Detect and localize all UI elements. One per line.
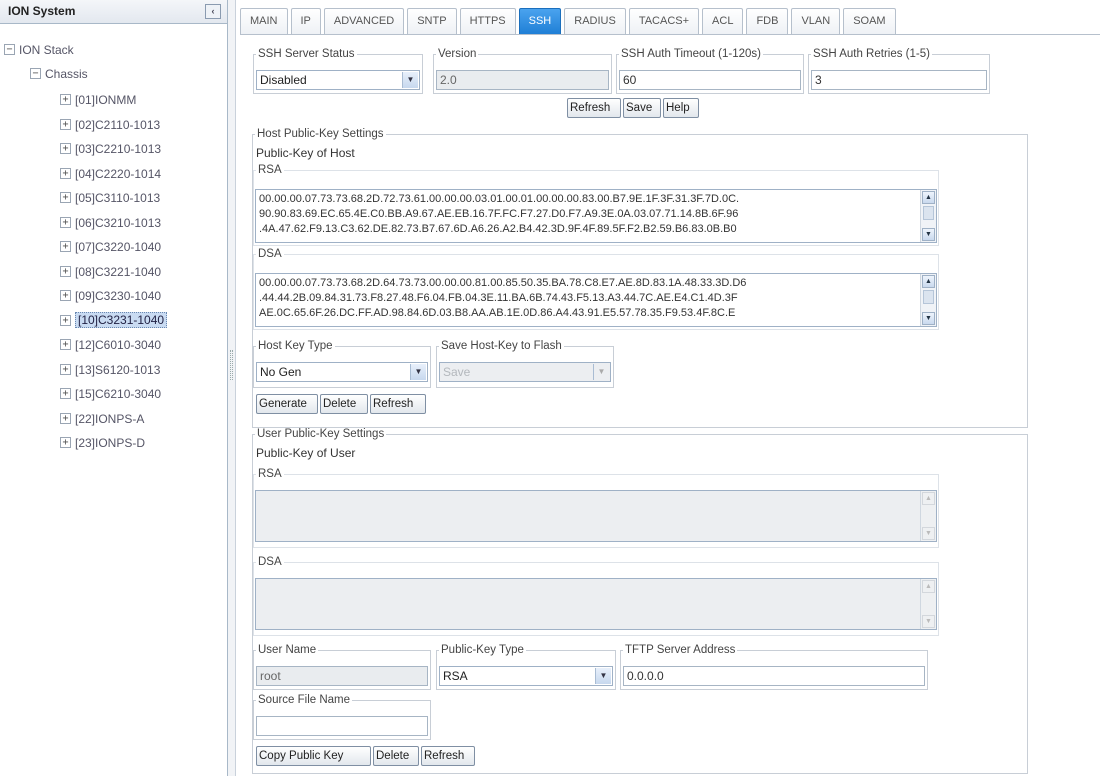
tree-title: ION System xyxy=(8,4,76,18)
user-name-field: root xyxy=(256,666,428,686)
expand-icon[interactable]: + xyxy=(60,167,71,179)
tree-item[interactable]: + [08]C3221-1040 xyxy=(60,262,161,280)
chevron-down-icon: ▼ xyxy=(595,668,611,684)
save-host-key-select: Save ▼ xyxy=(439,362,611,382)
host-dsa-key-textarea[interactable]: 00.00.00.07.73.73.68.2D.64.73.73.00.00.0… xyxy=(255,273,937,327)
refresh-button[interactable]: Refresh xyxy=(567,98,621,118)
tab-sntp[interactable]: SNTP xyxy=(407,8,457,34)
tree-item[interactable]: + [03]C2210-1013 xyxy=(60,139,161,157)
tree-item[interactable]: + [22]IONPS-A xyxy=(60,409,144,427)
auth-timeout-input[interactable]: 60 xyxy=(619,70,801,90)
collapse-icon[interactable]: − xyxy=(4,44,15,56)
tree-item[interactable]: + [15]C6210-3040 xyxy=(60,384,161,402)
tree-item[interactable]: + [12]C6010-3040 xyxy=(60,335,161,353)
tab-main[interactable]: MAIN xyxy=(240,8,288,34)
tab-bar: MAIN IP ADVANCED SNTP HTTPS SSH RADIUS TACACS+ A… xyxy=(240,8,896,34)
tab-vlan[interactable]: VLAN xyxy=(791,8,841,34)
chevron-down-icon: ▼ xyxy=(402,72,418,88)
help-button[interactable]: Help xyxy=(663,98,699,118)
refresh-host-key-button[interactable]: Refresh xyxy=(370,394,426,414)
tab-ip[interactable]: IP xyxy=(290,8,321,34)
scrollbar[interactable]: ▲ ▼ xyxy=(920,190,936,242)
expand-icon[interactable]: + xyxy=(60,437,71,449)
host-rsa-key-textarea[interactable]: 00.00.00.07.73.73.68.2D.72.73.61.00.00.0… xyxy=(255,189,937,243)
expand-icon[interactable]: + xyxy=(60,241,71,253)
expand-icon[interactable]: + xyxy=(60,94,71,106)
tree-item[interactable]: + [02]C2110-1013 xyxy=(60,115,160,133)
user-rsa-key-textarea: ▲ ▼ xyxy=(255,490,937,542)
expand-icon[interactable]: + xyxy=(60,290,71,302)
tree-node-chassis[interactable]: − Chassis xyxy=(30,64,88,82)
tree-item[interactable]: + [04]C2220-1014 xyxy=(60,164,161,182)
tree-item[interactable]: + [07]C3220-1040 xyxy=(60,237,161,255)
version-field: 2.0 xyxy=(436,70,609,90)
scrollbar[interactable]: ▲ ▼ xyxy=(920,274,936,326)
scroll-down-icon[interactable]: ▼ xyxy=(922,228,935,241)
tree-item[interactable]: + [23]IONPS-D xyxy=(60,433,145,451)
scroll-up-icon[interactable]: ▲ xyxy=(922,275,935,288)
copy-public-key-button[interactable]: Copy Public Key xyxy=(256,746,371,766)
generate-button[interactable]: Generate xyxy=(256,394,318,414)
tree-item[interactable]: + [01]IONMM xyxy=(60,90,136,108)
tab-ssh[interactable]: SSH xyxy=(518,8,562,34)
tree-item[interactable]: + [13]S6120-1013 xyxy=(60,360,160,378)
tab-tacacs[interactable]: TACACS+ xyxy=(628,8,700,34)
expand-icon[interactable]: + xyxy=(60,412,71,424)
expand-icon[interactable]: + xyxy=(60,192,71,204)
host-key-subtitle: Public-Key of Host xyxy=(256,146,355,160)
chevron-down-icon: ▼ xyxy=(593,364,609,380)
user-key-subtitle: Public-Key of User xyxy=(256,446,356,460)
collapse-panel-icon[interactable]: ‹ xyxy=(205,4,221,19)
expand-icon[interactable]: + xyxy=(60,388,71,400)
source-file-name-input[interactable] xyxy=(256,716,428,736)
tree-item[interactable]: + [10]C3231-1040 xyxy=(60,311,168,329)
public-key-type-select[interactable]: RSA ▼ xyxy=(439,666,613,686)
delete-host-key-button[interactable]: Delete xyxy=(320,394,368,414)
user-dsa-key-textarea: ▲ ▼ xyxy=(255,578,937,630)
panel-splitter[interactable] xyxy=(228,0,236,776)
expand-icon[interactable]: + xyxy=(60,265,71,277)
tree-item[interactable]: + [06]C3210-1013 xyxy=(60,213,161,231)
tree-node-ion-stack[interactable]: − ION Stack xyxy=(4,40,74,58)
ssh-server-status-select[interactable]: Disabled ▼ xyxy=(256,70,420,90)
tree-header: ION System ‹ xyxy=(0,0,227,24)
expand-icon[interactable]: + xyxy=(60,363,71,375)
tab-radius[interactable]: RADIUS xyxy=(564,8,626,34)
tree-item[interactable]: + [05]C3110-1013 xyxy=(60,188,160,206)
scroll-down-icon[interactable]: ▼ xyxy=(922,312,935,325)
delete-user-key-button[interactable]: Delete xyxy=(373,746,419,766)
tab-advanced[interactable]: ADVANCED xyxy=(323,8,405,34)
expand-icon[interactable]: + xyxy=(60,216,71,228)
expand-icon[interactable]: + xyxy=(60,118,71,130)
host-key-type-select[interactable]: No Gen ▼ xyxy=(256,362,428,382)
refresh-user-key-button[interactable]: Refresh xyxy=(421,746,475,766)
tab-https[interactable]: HTTPS xyxy=(459,8,516,34)
tab-acl[interactable]: ACL xyxy=(702,8,744,34)
expand-icon[interactable]: + xyxy=(60,339,71,351)
collapse-icon[interactable]: − xyxy=(30,68,41,80)
scroll-up-icon[interactable]: ▲ xyxy=(922,191,935,204)
tftp-server-address-input[interactable]: 0.0.0.0 xyxy=(623,666,925,686)
expand-icon[interactable]: + xyxy=(60,143,71,155)
expand-icon[interactable]: + xyxy=(60,314,71,326)
auth-retries-input[interactable]: 3 xyxy=(811,70,987,90)
chevron-down-icon: ▼ xyxy=(410,364,426,380)
tree-item[interactable]: + [09]C3230-1040 xyxy=(60,286,161,304)
save-button[interactable]: Save xyxy=(623,98,661,118)
device-tree-panel: ION System ‹ − ION Stack − Chassis + [01]IO… xyxy=(0,0,228,776)
tab-fdb[interactable]: FDB xyxy=(746,8,789,34)
tab-soam[interactable]: SOAM xyxy=(843,8,896,34)
